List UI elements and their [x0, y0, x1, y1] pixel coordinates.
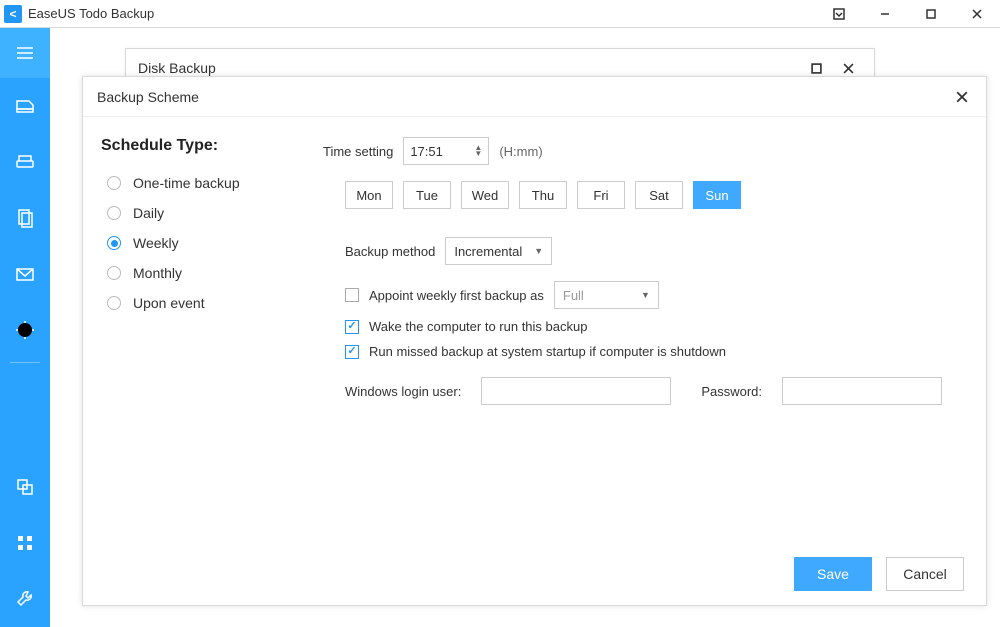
radio-label: Upon event — [133, 295, 205, 311]
clone-icon[interactable] — [0, 459, 50, 515]
password-label: Password: — [701, 384, 762, 399]
radio-icon — [107, 176, 121, 190]
titlebar: < EaseUS Todo Backup — [0, 0, 1000, 28]
appoint-first-backup-row: Appoint weekly first backup as Full ▼ — [345, 281, 958, 309]
time-setting-label: Time setting — [323, 144, 393, 159]
day-sat[interactable]: Sat — [635, 181, 683, 209]
mail-backup-icon[interactable] — [0, 246, 50, 302]
login-user-label: Windows login user: — [345, 384, 461, 399]
radio-label: Weekly — [133, 235, 179, 251]
backup-method-value: Incremental — [454, 244, 522, 259]
minimize-button[interactable] — [862, 0, 908, 28]
day-sun[interactable]: Sun — [693, 181, 741, 209]
run-missed-checkbox[interactable] — [345, 345, 359, 359]
radio-icon — [107, 266, 121, 280]
day-wed[interactable]: Wed — [461, 181, 509, 209]
maximize-button[interactable] — [908, 0, 954, 28]
modal-title: Backup Scheme — [97, 89, 199, 105]
sidebar — [0, 28, 50, 627]
run-missed-label: Run missed backup at system startup if c… — [369, 344, 726, 359]
close-button[interactable] — [954, 0, 1000, 28]
wake-computer-row: Wake the computer to run this backup — [345, 319, 958, 334]
appoint-label: Appoint weekly first backup as — [369, 288, 544, 303]
modal-close-button[interactable] — [952, 87, 972, 107]
settings-icon[interactable] — [0, 571, 50, 627]
radio-icon — [107, 206, 121, 220]
disk-backup-title: Disk Backup — [138, 60, 216, 76]
smart-backup-icon[interactable] — [0, 302, 50, 358]
time-value: 17:51 — [410, 144, 443, 159]
appoint-value: Full — [563, 288, 584, 303]
app-title: EaseUS Todo Backup — [28, 6, 154, 21]
day-fri[interactable]: Fri — [577, 181, 625, 209]
file-backup-icon[interactable] — [0, 190, 50, 246]
schedule-radio-upon-event[interactable]: Upon event — [101, 291, 295, 315]
wake-label: Wake the computer to run this backup — [369, 319, 587, 334]
backup-method-select[interactable]: Incremental ▼ — [445, 237, 552, 265]
radio-icon — [107, 236, 121, 250]
login-user-input[interactable] — [481, 377, 671, 405]
radio-label: Monthly — [133, 265, 182, 281]
caret-down-icon: ▼ — [641, 290, 650, 300]
day-tue[interactable]: Tue — [403, 181, 451, 209]
caret-down-icon: ▼ — [534, 246, 543, 256]
day-mon[interactable]: Mon — [345, 181, 393, 209]
schedule-type-heading: Schedule Type: — [101, 137, 295, 155]
backup-method-label: Backup method — [345, 244, 435, 259]
schedule-radio-daily[interactable]: Daily — [101, 201, 295, 225]
spinner-icon[interactable]: ▲▼ — [474, 145, 482, 157]
appoint-select[interactable]: Full ▼ — [554, 281, 659, 309]
schedule-radio-one-time[interactable]: One-time backup — [101, 171, 295, 195]
cancel-button[interactable]: Cancel — [886, 557, 964, 591]
day-selector: Mon Tue Wed Thu Fri Sat Sun — [345, 181, 958, 209]
app-logo: < — [4, 5, 22, 23]
radio-icon — [107, 296, 121, 310]
save-button[interactable]: Save — [794, 557, 872, 591]
run-missed-row: Run missed backup at system startup if c… — [345, 344, 958, 359]
menu-button[interactable] — [0, 28, 50, 78]
schedule-radio-monthly[interactable]: Monthly — [101, 261, 295, 285]
time-hint: (H:mm) — [499, 144, 542, 159]
titlebar-dropdown-button[interactable] — [816, 0, 862, 28]
radio-label: One-time backup — [133, 175, 240, 191]
appoint-checkbox[interactable] — [345, 288, 359, 302]
radio-label: Daily — [133, 205, 164, 221]
tools-icon[interactable] — [0, 515, 50, 571]
wake-checkbox[interactable] — [345, 320, 359, 334]
schedule-radio-weekly[interactable]: Weekly — [101, 231, 295, 255]
password-input[interactable] — [782, 377, 942, 405]
day-thu[interactable]: Thu — [519, 181, 567, 209]
time-setting-input[interactable]: 17:51 ▲▼ — [403, 137, 489, 165]
disk-backup-icon[interactable] — [0, 78, 50, 134]
system-backup-icon[interactable] — [0, 134, 50, 190]
backup-scheme-modal: Backup Scheme Schedule Type: One-time ba… — [82, 76, 987, 606]
